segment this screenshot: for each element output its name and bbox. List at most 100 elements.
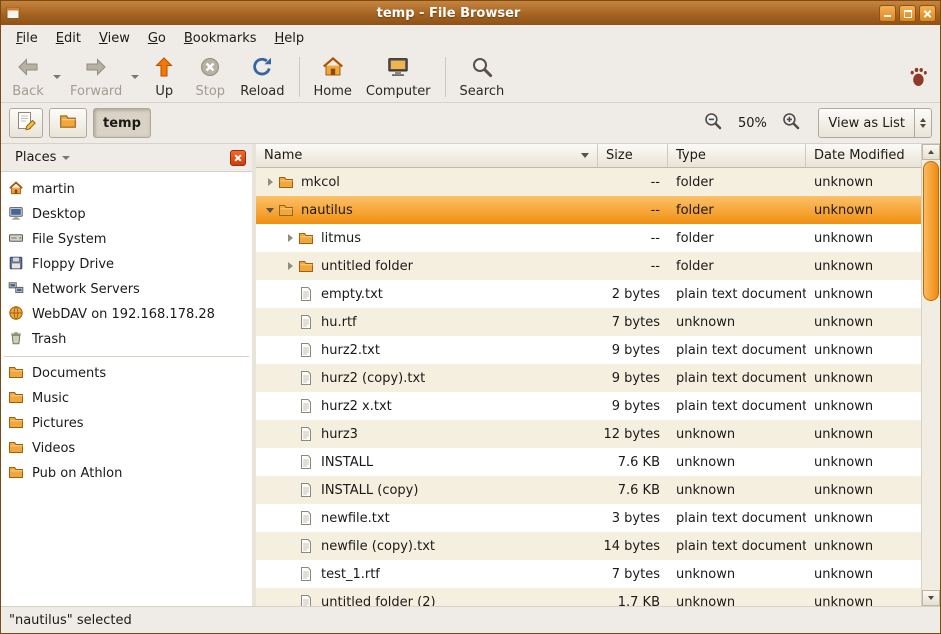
file-row-hurz2-x-txt[interactable]: hurz2 x.txt9 bytesplain text documentunk… [256,392,921,420]
sidebar-close-button[interactable] [230,150,246,166]
expander-collapsed-icon[interactable] [282,234,298,242]
maximize-button[interactable] [899,5,916,22]
file-row-untitled-folder[interactable]: untitled folder--folderunknown [256,252,921,280]
arrow-down-icon [928,596,934,600]
file-name: untitled folder [318,259,413,274]
sidebar-item-label: Pub on Athlon [32,466,122,481]
file-row-litmus[interactable]: litmus--folderunknown [256,224,921,252]
file-row-test-1-rtf[interactable]: test_1.rtf7 bytesunknownunknown [256,560,921,588]
file-row-mkcol[interactable]: mkcol--folderunknown [256,168,921,196]
search-icon [470,55,494,83]
scroll-down-button[interactable] [922,590,940,606]
zoom-in-button[interactable] [778,110,804,136]
column-header-type[interactable]: Type [668,144,806,168]
scrollbar-track[interactable] [922,160,940,590]
file-size: 9 bytes [598,371,668,386]
file-icon [298,370,318,386]
sidebar-item-trash[interactable]: Trash [1,327,252,352]
file-date-modified: unknown [806,567,921,582]
scroll-up-button[interactable] [922,144,940,160]
file-row-install-copy[interactable]: INSTALL (copy)7.6 KBunknownunknown [256,476,921,504]
sidebar-item-pictures[interactable]: Pictures [1,411,252,436]
file-name: nautilus [298,203,353,218]
file-type: plain text document [668,371,806,386]
file-row-hurz2-copy-txt[interactable]: hurz2 (copy).txt9 bytesplain text docume… [256,364,921,392]
file-name: INSTALL (copy) [318,483,418,498]
file-row-hu-rtf[interactable]: hu.rtf7 bytesunknownunknown [256,308,921,336]
file-row-hurz2-txt[interactable]: hurz2.txt9 bytesplain text documentunkno… [256,336,921,364]
expander-expanded-icon[interactable] [262,208,278,213]
menu-edit[interactable]: Edit [47,27,90,50]
file-row-nautilus[interactable]: nautilus--folderunknown [256,196,921,224]
file-type: unknown [668,483,806,498]
reload-button[interactable]: Reload [233,53,291,101]
scrollbar-thumb[interactable] [923,161,939,301]
menu-help[interactable]: Help [266,27,314,50]
minimize-button[interactable] [879,5,896,22]
file-size: 1.7 KB [598,595,668,607]
file-row-hurz3[interactable]: hurz312 bytesunknownunknown [256,420,921,448]
up-button[interactable]: Up [141,53,187,101]
file-row-empty-txt[interactable]: empty.txt2 bytesplain text documentunkno… [256,280,921,308]
location-bar: temp 50% View as List [1,103,940,144]
menu-view[interactable]: View [90,27,139,50]
sidebar-item-documents[interactable]: Documents [1,361,252,386]
file-row-install[interactable]: INSTALL7.6 KBunknownunknown [256,448,921,476]
zoom-level: 50% [732,116,772,131]
view-mode-select[interactable]: View as List [818,108,932,138]
sidebar-item-pub-on-athlon[interactable]: Pub on Athlon [1,461,252,486]
path-current-button[interactable]: temp [93,108,151,138]
file-icon [298,314,318,330]
menu-file[interactable]: File [7,27,47,50]
sidebar-item-file-system[interactable]: File System [1,227,252,252]
column-header-name[interactable]: Name [256,144,598,168]
file-name: hurz2 x.txt [318,399,392,414]
sidebar-item-music[interactable]: Music [1,386,252,411]
column-header-date-modified[interactable]: Date Modified [806,144,921,168]
path-root-button[interactable] [49,108,87,138]
file-size: -- [598,259,668,274]
file-name: hurz3 [318,427,358,442]
sidebar-item-martin[interactable]: martin [1,177,252,202]
file-icon [298,454,318,470]
file-size: 7.6 KB [598,455,668,470]
close-button[interactable] [919,5,936,22]
zoom-in-icon [781,111,801,135]
menubar: File Edit View Go Bookmarks Help [1,25,940,51]
column-header-size[interactable]: Size [598,144,668,168]
sidebar-item-videos[interactable]: Videos [1,436,252,461]
file-size: 9 bytes [598,343,668,358]
file-date-modified: unknown [806,427,921,442]
sidebar-item-floppy-drive[interactable]: Floppy Drive [1,252,252,277]
vertical-scrollbar[interactable] [921,144,940,606]
file-type: unknown [668,315,806,330]
file-name: untitled folder (2) [318,595,436,607]
zoom-out-button[interactable] [700,110,726,136]
sidebar-item-webdav-on-192-168-178-28[interactable]: WebDAV on 192.168.178.28 [1,302,252,327]
file-date-modified: unknown [806,175,921,190]
expander-collapsed-icon[interactable] [282,262,298,270]
file-icon [298,398,318,414]
file-size: -- [598,175,668,190]
file-row-newfile-copy-txt[interactable]: newfile (copy).txt14 bytesplain text doc… [256,532,921,560]
menu-go[interactable]: Go [139,27,175,50]
menu-bookmarks[interactable]: Bookmarks [175,27,266,50]
search-button[interactable]: Search [453,53,512,101]
file-row-newfile-txt[interactable]: newfile.txt3 bytesplain text documentunk… [256,504,921,532]
file-row-untitled-folder-2[interactable]: untitled folder (2)1.7 KBunknownunknown [256,588,921,606]
file-date-modified: unknown [806,511,921,526]
sidebar-pane-selector[interactable]: Places [7,147,78,168]
file-type: unknown [668,595,806,607]
computer-button[interactable]: Computer [359,53,438,101]
status-text: "nautilus" selected [9,613,132,628]
home-button[interactable]: Home [307,53,359,101]
folder-icon [8,364,24,384]
edit-location-toggle[interactable] [9,108,43,138]
sidebar-item-network-servers[interactable]: Network Servers [1,277,252,302]
sidebar-item-desktop[interactable]: Desktop [1,202,252,227]
file-size: -- [598,203,668,218]
sidebar-item-label: Videos [32,441,75,456]
titlebar[interactable]: temp - File Browser [1,1,940,25]
file-date-modified: unknown [806,371,921,386]
expander-collapsed-icon[interactable] [262,178,278,186]
